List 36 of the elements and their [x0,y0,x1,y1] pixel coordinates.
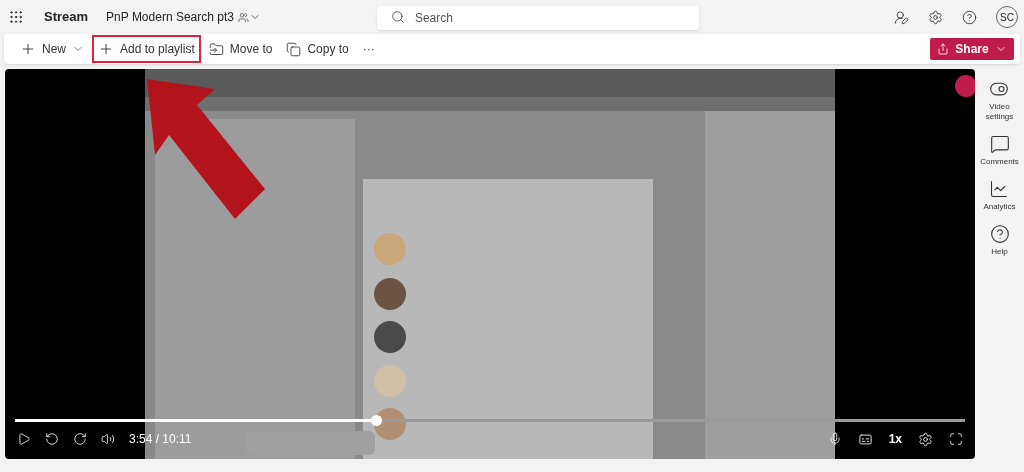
fullscreen-icon[interactable] [949,432,963,446]
more-button[interactable]: ··· [356,35,381,63]
copy-icon [286,41,302,57]
forward-icon[interactable] [73,432,87,446]
search-icon [390,10,405,24]
plus-icon [98,41,114,57]
help-icon [989,224,1010,244]
share-icon [937,43,950,55]
volume-icon[interactable] [101,432,115,446]
comment-icon [989,134,1010,154]
play-icon[interactable] [17,432,31,446]
people-icon [237,11,249,23]
app-name[interactable]: Stream [44,7,89,27]
captions-icon[interactable] [857,431,873,447]
command-button[interactable]: Add to playlist [92,35,201,63]
rewind-icon[interactable] [45,432,59,446]
time-display: 3:54 / 10:11 [129,431,192,448]
command-button[interactable]: New [14,35,90,63]
help-icon[interactable] [962,9,977,25]
side-rail-button[interactable]: Help [989,224,1010,257]
app-launcher-icon[interactable] [8,9,24,25]
speed-button[interactable]: 1x [888,430,902,448]
side-rail-button[interactable]: Comments [980,134,1019,167]
search-field[interactable]: Search [376,6,699,30]
settings-icon[interactable] [928,9,943,25]
folder-icon [208,41,224,57]
chart-icon [989,179,1010,199]
side-rail-button[interactable]: Video settings [985,79,1014,122]
feedback-icon[interactable] [894,9,909,25]
command-button[interactable]: Copy to [280,35,355,63]
share-button[interactable]: Share [930,38,1014,60]
file-name[interactable]: PnP Modern Search pt3 [106,8,234,26]
progress-thumb[interactable] [371,415,382,426]
plus-icon [20,41,36,57]
side-rail-button[interactable]: Analytics [983,179,1016,212]
command-button[interactable]: Move to [202,35,279,63]
